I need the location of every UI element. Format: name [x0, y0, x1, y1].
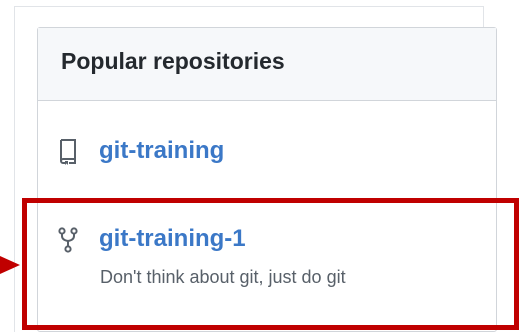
highlight-box [22, 198, 519, 330]
panel-title: Popular repositories [61, 48, 285, 74]
repo-list-item: git-training [38, 101, 496, 203]
panel-header: Popular repositories [38, 28, 496, 101]
annotation-arrow-icon [0, 256, 20, 274]
repo-link-git-training[interactable]: git-training [99, 137, 224, 165]
repo-icon [58, 139, 78, 165]
screenshot-stage: Popular repositories git-training git-tr… [0, 0, 519, 332]
